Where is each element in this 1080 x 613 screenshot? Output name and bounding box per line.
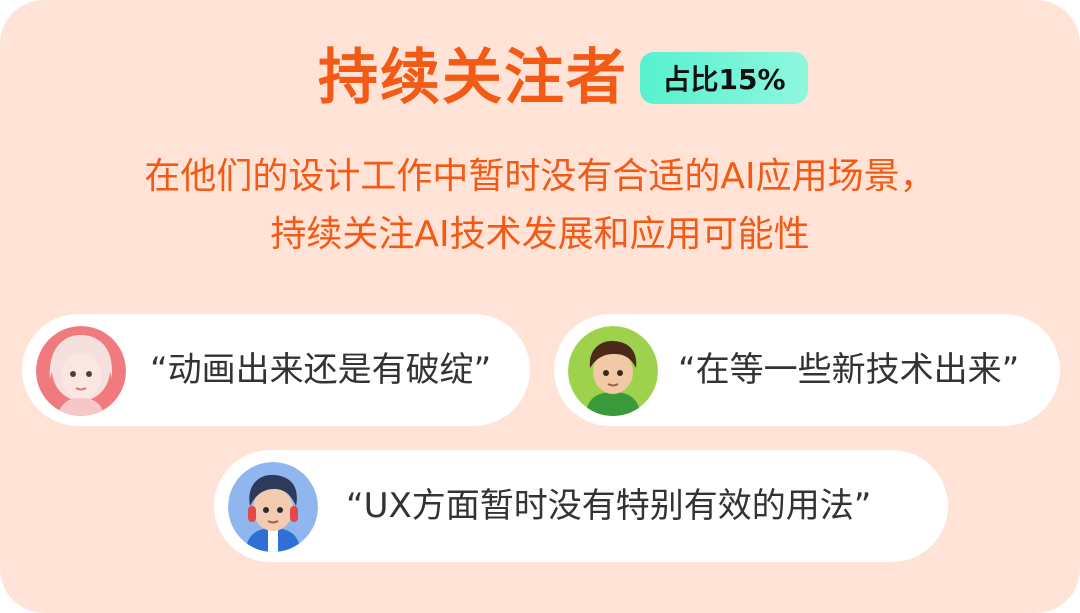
quote-pill-2: “在等一些新技术出来” [554,314,1060,426]
title-row: 持续关注者 占比15% [0,38,1080,118]
percentage-badge: 占比15% [640,52,808,104]
boy-green-hoodie-avatar [568,326,658,416]
quote-text-1: “动画出来还是有破绽” [150,350,492,390]
description-line-2: 持续关注AI技术发展和应用可能性 [270,214,810,255]
quote-text-3: “UX方面暂时没有特别有效的用法” [346,486,872,526]
persona-card: 持续关注者 占比15% 在他们的设计工作中暂时没有合适的AI应用场景， 持续关注… [0,0,1080,613]
page-title: 持续关注者 [318,43,628,113]
girl-avatar [36,326,126,416]
boy-headphones-avatar [228,462,318,552]
quote-text-2: “在等一些新技术出来” [678,350,1020,390]
description: 在他们的设计工作中暂时没有合适的AI应用场景， 持续关注AI技术发展和应用可能性 [40,148,1040,264]
description-line-1: 在他们的设计工作中暂时没有合适的AI应用场景， [144,156,936,197]
quote-pill-3: “UX方面暂时没有特别有效的用法” [214,450,948,562]
quote-pill-1: “动画出来还是有破绽” [22,314,530,426]
